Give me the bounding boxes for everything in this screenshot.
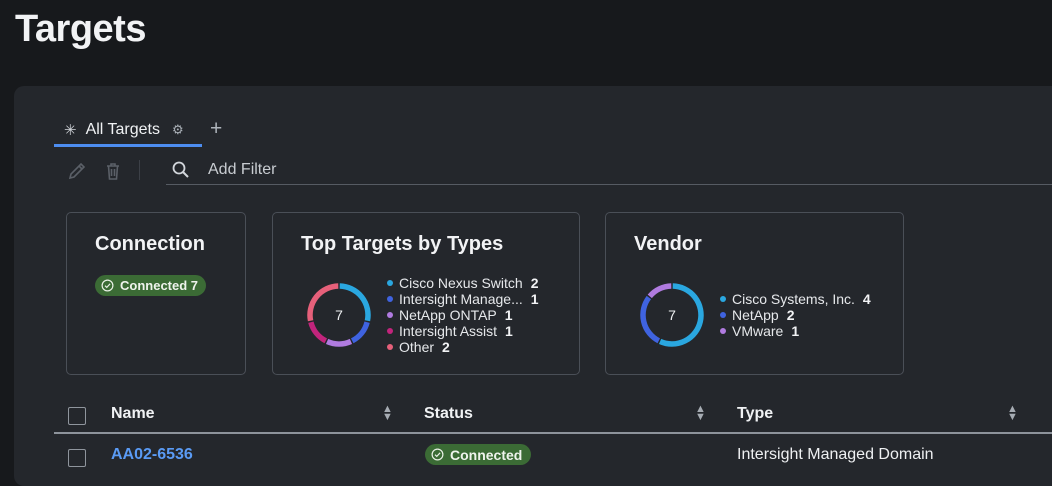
gear-icon[interactable]: ⚙ — [172, 122, 184, 138]
legend-count: 4 — [862, 291, 871, 307]
types-donut-chart[interactable]: 7 — [305, 281, 373, 349]
legend-item[interactable]: Cisco Systems, Inc. 4 — [720, 291, 871, 307]
donut-segment[interactable] — [647, 283, 672, 299]
donut-segment[interactable] — [307, 283, 339, 322]
types-legend: Cisco Nexus Switch 2 Intersight Manage... 1… — [387, 275, 539, 355]
column-header-type[interactable]: Type — [737, 405, 773, 423]
card-title: Vendor — [634, 233, 702, 255]
legend-swatch — [387, 280, 393, 286]
legend-label: NetApp ONTAP — [399, 307, 497, 323]
check-circle-icon — [431, 448, 444, 461]
connected-badge-label: Connected 7 — [120, 278, 199, 293]
legend-item[interactable]: VMware 1 — [720, 323, 871, 339]
vendor-donut-chart[interactable]: 7 — [638, 281, 706, 349]
legend-label: Other — [399, 339, 435, 355]
donut-total: 7 — [668, 307, 676, 323]
check-circle-icon — [101, 279, 114, 292]
legend-label: NetApp — [732, 307, 779, 323]
pencil-icon[interactable] — [66, 160, 88, 182]
legend-count: 1 — [791, 323, 800, 339]
donut-total: 7 — [335, 307, 343, 323]
legend-label: Intersight Manage... — [399, 291, 523, 307]
select-all-checkbox[interactable] — [68, 407, 86, 425]
donut-segment[interactable] — [640, 295, 661, 344]
table-row: AA02-6536 Connected Intersight Managed D… — [54, 436, 1052, 476]
donut-segment[interactable] — [308, 321, 328, 344]
donut-segment[interactable] — [339, 283, 371, 322]
legend-item[interactable]: Other 2 — [387, 339, 539, 355]
legend-label: Cisco Systems, Inc. — [732, 291, 855, 307]
search-icon[interactable] — [170, 159, 192, 186]
status-badge: Connected — [425, 444, 532, 465]
legend-label: Cisco Nexus Switch — [399, 275, 523, 291]
target-name-link[interactable]: AA02-6536 — [111, 446, 193, 464]
filter-bar — [166, 156, 1052, 185]
trash-icon[interactable] — [102, 160, 124, 182]
toolbar-divider — [139, 160, 140, 180]
card-title: Top Targets by Types — [301, 233, 504, 255]
sort-icon[interactable]: ▲ ▼ — [695, 404, 706, 423]
top-targets-by-types-card: Top Targets by Types 7 Cisco Nexus Switc… — [272, 212, 580, 375]
legend-swatch — [720, 328, 726, 334]
toolbar — [66, 156, 1052, 186]
connection-card: Connection Connected 7 — [66, 212, 246, 375]
add-filter-input[interactable] — [206, 160, 710, 180]
row-checkbox[interactable] — [68, 449, 86, 467]
asterisk-icon: ✳ — [64, 122, 77, 139]
table-header: Name ▲ ▼ Status ▲ ▼ Type ▲ ▼ — [54, 396, 1052, 434]
donut-segment[interactable] — [350, 321, 370, 344]
page-title: Targets — [15, 8, 146, 50]
legend-count: 1 — [530, 291, 539, 307]
legend-count: 1 — [505, 323, 513, 339]
legend-label: Intersight Assist — [399, 323, 498, 339]
legend-swatch — [387, 312, 393, 318]
donut-segment[interactable] — [325, 338, 353, 347]
card-title: Connection — [95, 233, 205, 255]
connected-badge[interactable]: Connected 7 — [95, 275, 207, 296]
legend-label: VMware — [732, 323, 784, 339]
legend-count: 2 — [442, 339, 450, 355]
legend-swatch — [387, 296, 393, 302]
donut-segment[interactable] — [658, 283, 704, 347]
legend-count: 1 — [504, 307, 513, 323]
tab-all-targets[interactable]: ✳ All Targets ⚙ — [54, 116, 202, 147]
column-header-status[interactable]: Status — [424, 405, 473, 423]
legend-item[interactable]: Intersight Manage... 1 — [387, 291, 539, 307]
legend-item[interactable]: NetApp 2 — [720, 307, 871, 323]
sort-icon[interactable]: ▲ ▼ — [1007, 404, 1018, 423]
legend-swatch — [387, 328, 393, 334]
column-header-name[interactable]: Name — [111, 405, 155, 423]
legend-swatch — [720, 296, 726, 302]
legend-item[interactable]: Cisco Nexus Switch 2 — [387, 275, 539, 291]
sort-icon[interactable]: ▲ ▼ — [382, 404, 393, 423]
target-type: Intersight Managed Domain — [737, 446, 934, 463]
legend-swatch — [387, 344, 393, 350]
plus-icon[interactable]: + — [210, 118, 222, 140]
vendor-card: Vendor 7 Cisco Systems, Inc. 4 NetApp 2 VMwa… — [605, 212, 904, 375]
legend-item[interactable]: Intersight Assist 1 — [387, 323, 539, 339]
status-label: Connected — [450, 446, 523, 463]
legend-count: 2 — [786, 307, 795, 323]
legend-count: 2 — [530, 275, 539, 291]
legend-item[interactable]: NetApp ONTAP 1 — [387, 307, 539, 323]
legend-swatch — [720, 312, 726, 318]
vendor-legend: Cisco Systems, Inc. 4 NetApp 2 VMware 1 — [720, 291, 871, 339]
tab-label: All Targets — [85, 121, 160, 138]
